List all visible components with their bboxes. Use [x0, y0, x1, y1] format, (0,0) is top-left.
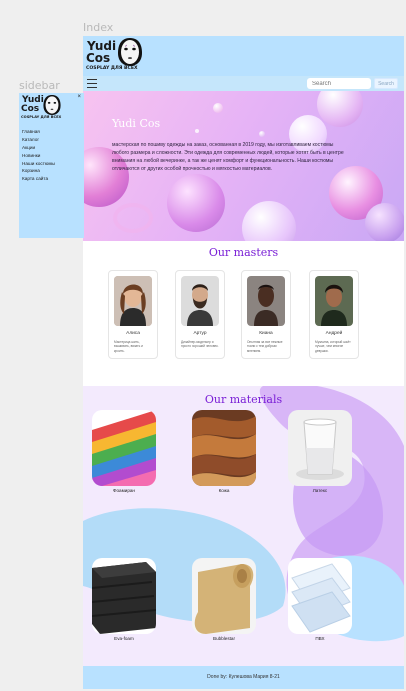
kaonashi-mask-icon [43, 95, 61, 115]
bubblestar-roll-icon [192, 558, 256, 634]
material-label: Eva-foam [114, 636, 134, 641]
master-description: Мастерица шить, вышивать, вязать и кроит… [114, 340, 143, 353]
sidebar-frame-label: sidebar [19, 79, 60, 92]
material-card-eva-foam[interactable] [92, 558, 156, 634]
hero-sphere [259, 131, 265, 137]
materials-section: Our materials Фоамиран Кожа Латекс Eva-f… [83, 386, 404, 666]
master-photo-icon [114, 276, 152, 326]
material-card-latex[interactable] [288, 410, 352, 486]
sidebar-item-home[interactable]: Главная [22, 128, 55, 136]
master-photo-icon [315, 276, 353, 326]
logo-tagline: COSPLAY ДЛЯ ВСЕХ [86, 66, 138, 71]
material-card-bubblestar[interactable] [192, 558, 256, 634]
master-card[interactable]: Киана Опытная за все нежные ткани с тем … [241, 270, 291, 359]
material-label: Фоамиран [113, 488, 135, 493]
master-name: Алиса [126, 331, 140, 336]
hero-description: мастерская по пошиву одежды на заказ, ос… [112, 142, 344, 172]
navbar: Search [83, 76, 404, 91]
master-name: Киана [259, 331, 273, 336]
logo-tagline: COSPLAY ДЛЯ ВСЕХ [21, 115, 62, 119]
materials-title: Our materials [204, 393, 283, 406]
site-header: Yudi Cos COSPLAY ДЛЯ ВСЕХ Search [83, 36, 404, 91]
sidebar-menu: Главная Каталог Акции Новинки Наши костю… [22, 128, 55, 183]
sidebar-item-catalog[interactable]: Каталог [22, 136, 55, 144]
material-label: ПВХ [315, 636, 325, 641]
master-description: Дизайнер-модельер и просто хороший челов… [181, 340, 219, 349]
hero-sphere [317, 91, 363, 127]
index-page: Yudi Cos COSPLAY ДЛЯ ВСЕХ Search Search … [83, 36, 404, 689]
sidebar-item-cart[interactable]: Корзина [22, 167, 55, 175]
master-card[interactable]: Артур Дизайнер-модельер и просто хороший… [175, 270, 225, 359]
material-card-leather[interactable] [192, 410, 256, 486]
latex-cup-icon [288, 410, 352, 486]
master-name: Артур [193, 331, 207, 336]
index-frame-label: Index [83, 21, 114, 34]
master-name: Андрей [325, 331, 343, 336]
leather-pieces-icon [192, 410, 256, 486]
burger-menu-icon[interactable] [87, 79, 97, 88]
hero-sphere [365, 203, 404, 241]
logo-line2: Cos [86, 51, 111, 65]
material-label: Латекс [312, 488, 328, 493]
eva-foam-sheets-icon [92, 558, 156, 634]
kaonashi-mask-icon [118, 38, 142, 66]
sidebar-item-sales[interactable]: Акции [22, 144, 55, 152]
material-label: Кожа [218, 488, 230, 493]
sidebar-logo[interactable]: Yudi Cos COSPLAY ДЛЯ ВСЕХ [21, 94, 65, 124]
hero-ring [113, 203, 153, 233]
masters-title: Our masters [208, 246, 279, 259]
sidebar-panel: × Yudi Cos COSPLAY ДЛЯ ВСЕХ Главная Ката… [19, 93, 84, 238]
material-card-pvc[interactable] [288, 558, 352, 634]
sidebar-item-costumes[interactable]: Наши костюмы [22, 160, 55, 168]
material-label: Bubblestar [213, 636, 235, 641]
logo-line2: Cos [21, 104, 40, 114]
site-logo[interactable]: Yudi Cos COSPLAY ДЛЯ ВСЕХ [86, 38, 146, 76]
close-icon[interactable]: × [77, 94, 81, 100]
sidebar-item-new[interactable]: Новинки [22, 152, 55, 160]
search-button[interactable]: Search [374, 78, 398, 89]
hero-sphere [213, 103, 223, 113]
site-footer: Done by: Кулешова Мария 8-21 [83, 666, 404, 689]
hero-sphere [242, 201, 296, 241]
search-input[interactable] [307, 78, 371, 89]
master-description: Мужчина, который шьёт лучше, чем многие … [315, 340, 351, 353]
hero-sphere [167, 174, 225, 232]
sidebar-item-sitemap[interactable]: Карта сайта [22, 175, 55, 183]
foamiran-sheets-icon [92, 410, 156, 486]
pvc-sheets-icon [288, 558, 352, 634]
hero-title: Yudi Cos [112, 117, 161, 130]
hero-banner: Yudi Cos мастерская по пошиву одежды на … [83, 91, 404, 241]
material-card-foamiran[interactable] [92, 410, 156, 486]
master-photo-icon [181, 276, 219, 326]
master-photo-icon [247, 276, 285, 326]
hero-sphere [195, 129, 199, 133]
master-card[interactable]: Алиса Мастерица шить, вышивать, вязать и… [108, 270, 158, 359]
master-description: Опытная за все нежные ткани с тем добрым… [247, 340, 283, 353]
master-card[interactable]: Андрей Мужчина, который шьёт лучше, чем … [309, 270, 359, 359]
footer-text: Done by: Кулешова Мария 8-21 [207, 674, 280, 680]
masters-section: Our masters Алиса Мастерица шить, вышива… [83, 241, 404, 386]
